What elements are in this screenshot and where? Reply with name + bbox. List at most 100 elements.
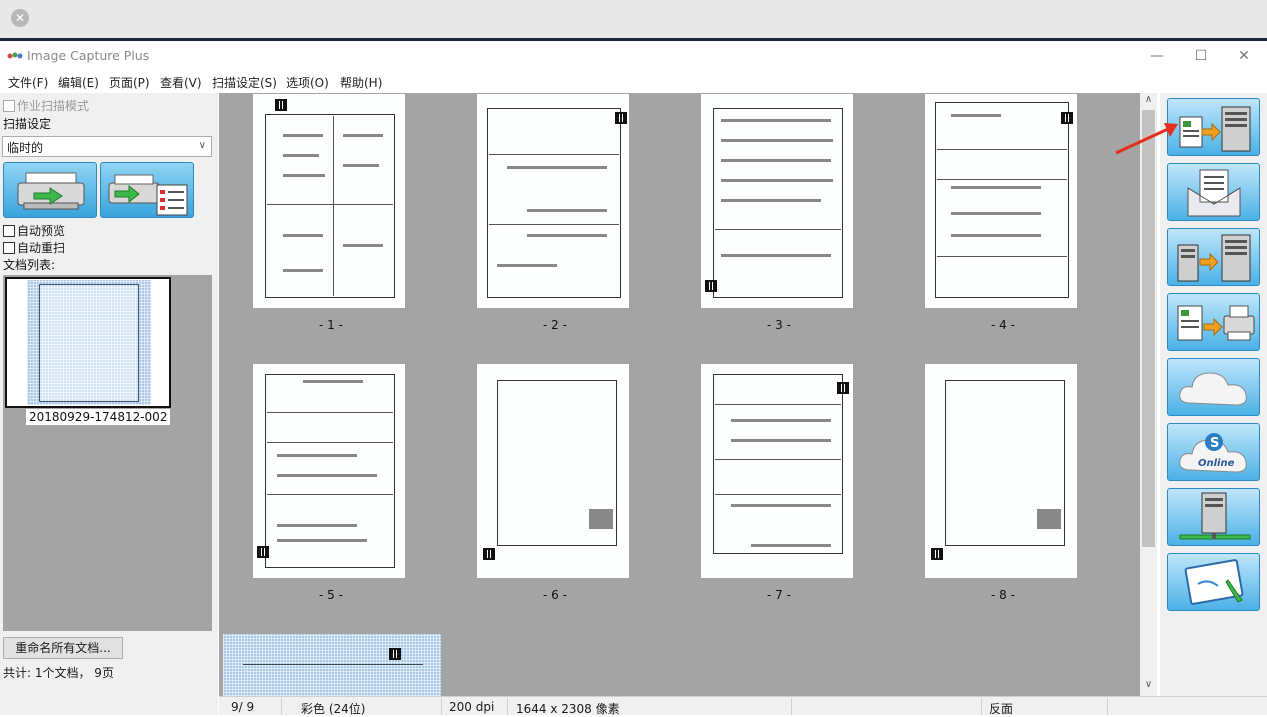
menu-view[interactable]: 查看(V) <box>160 74 202 91</box>
status-page-index: 9/ 9 <box>231 700 255 714</box>
page-thumbnail-6[interactable] <box>477 364 629 578</box>
transfer-to-server-icon <box>1177 234 1251 282</box>
handwriting <box>283 269 323 272</box>
checkbox-box[interactable] <box>3 100 15 112</box>
menu-options[interactable]: 选项(O) <box>286 74 329 91</box>
profile-select-value: 临时的 <box>7 141 44 155</box>
page-label-1: - 1 - <box>319 318 343 332</box>
chevron-down-icon: ∨ <box>198 140 206 151</box>
qr-code-icon <box>389 648 401 660</box>
cloud-button[interactable] <box>1167 358 1260 416</box>
scan-settings-label: 扫描设定 <box>3 117 52 131</box>
close-button[interactable]: ✕ <box>1224 45 1264 67</box>
handwriting <box>751 544 831 547</box>
answer-grid <box>527 234 607 237</box>
job-scan-mode-checkbox[interactable]: 作业扫描模式 <box>3 97 89 114</box>
left-panel: 作业扫描模式 扫描设定 临时的 ∨ 自动预览 自动重扫 文档列表: 201809… <box>0 93 218 715</box>
job-scan-mode-label: 作业扫描模式 <box>17 99 90 113</box>
page-thumbnail-3[interactable] <box>701 94 853 308</box>
page-thumbnail-9[interactable] <box>223 634 441 696</box>
page-frame <box>713 374 843 554</box>
page-line <box>267 412 393 413</box>
page-line <box>267 204 393 205</box>
menu-page[interactable]: 页面(P) <box>109 74 150 91</box>
page-thumbnail-5[interactable] <box>253 364 405 578</box>
answer-grid <box>731 504 831 507</box>
page-line <box>715 459 841 460</box>
handwriting <box>721 159 831 162</box>
network-server-button[interactable] <box>1167 488 1260 546</box>
checkbox-box[interactable] <box>3 242 15 254</box>
handwriting <box>277 524 357 527</box>
scan-with-settings-button[interactable] <box>100 162 194 218</box>
edit-document-button[interactable] <box>1167 553 1260 611</box>
page-line <box>489 154 619 155</box>
document-name[interactable]: 20180929-174812-002 <box>26 409 171 425</box>
scroll-up-icon[interactable]: ∧ <box>1140 94 1157 110</box>
page-thumbnails-area[interactable]: - 1 - - 2 - - 3 - - 4 - - 5 - - 6 - - 7 … <box>219 93 1140 696</box>
checkbox-box[interactable] <box>3 225 15 237</box>
auto-preview-label: 自动预览 <box>17 224 66 238</box>
sharepoint-online-icon: S Online <box>1179 433 1247 473</box>
page-line <box>937 256 1067 257</box>
menu-file[interactable]: 文件(F) <box>8 74 48 91</box>
page-frame <box>935 102 1069 298</box>
status-dpi: 200 dpi <box>449 700 495 714</box>
handwriting <box>721 119 831 122</box>
status-separator <box>441 698 442 715</box>
vertical-scrollbar[interactable]: ∧ ∨ <box>1140 93 1157 696</box>
auto-rescan-label: 自动重扫 <box>17 241 66 255</box>
page-line <box>715 229 841 230</box>
scrollbar-thumb[interactable] <box>1142 110 1155 547</box>
svg-text:Online: Online <box>1198 458 1235 469</box>
handwriting <box>283 174 325 177</box>
handwriting <box>283 234 323 237</box>
outer-close-icon[interactable]: ✕ <box>11 9 29 27</box>
page-label-6: - 6 - <box>543 588 567 602</box>
answer-grid <box>1037 509 1061 529</box>
handwriting <box>303 380 363 383</box>
qr-code-icon <box>275 99 287 111</box>
document-thumbnail-image <box>27 280 151 405</box>
page-thumbnail-7[interactable] <box>701 364 853 578</box>
status-separator <box>281 698 282 715</box>
handwriting <box>721 179 833 182</box>
scan-to-email-button[interactable] <box>1167 163 1260 221</box>
handwriting <box>721 254 831 257</box>
transfer-to-server-button[interactable] <box>1167 228 1260 286</box>
page-line <box>243 664 423 665</box>
minimize-button[interactable]: — <box>1137 45 1177 67</box>
scan-button[interactable] <box>3 162 97 218</box>
page-label-4: - 4 - <box>991 318 1015 332</box>
document-list[interactable]: 20180929-174812-002 <box>3 275 212 631</box>
handwriting <box>731 419 831 422</box>
answer-grid <box>589 509 613 529</box>
page-label-8: - 8 - <box>991 588 1015 602</box>
scan-to-printer-button[interactable] <box>1167 293 1260 351</box>
menu-scan-settings[interactable]: 扫描设定(S) <box>212 74 277 91</box>
menu-edit[interactable]: 编辑(E) <box>58 74 99 91</box>
auto-rescan-checkbox[interactable]: 自动重扫 <box>3 239 65 256</box>
page-label-5: - 5 - <box>319 588 343 602</box>
handwriting <box>283 154 319 157</box>
page-thumbnail-8[interactable] <box>925 364 1077 578</box>
page-thumbnail-4[interactable] <box>925 94 1077 308</box>
status-separator <box>981 698 982 715</box>
app-logo-icon <box>7 52 23 59</box>
status-side: 反面 <box>989 702 1014 716</box>
sharepoint-online-button[interactable]: S Online <box>1167 423 1260 481</box>
profile-select[interactable]: 临时的 ∨ <box>2 136 212 157</box>
qr-code-icon <box>837 382 849 394</box>
status-color-mode: 彩色 (24位) <box>301 702 366 716</box>
menu-bar: 文件(F) 编辑(E) 页面(P) 查看(V) 扫描设定(S) 选项(O) 帮助… <box>0 71 1267 93</box>
rename-all-button[interactable]: 重命名所有文档... <box>3 637 123 659</box>
maximize-button[interactable]: ☐ <box>1181 45 1221 67</box>
page-line <box>937 179 1067 180</box>
page-thumbnail-2[interactable] <box>477 94 629 308</box>
auto-preview-checkbox[interactable]: 自动预览 <box>3 222 65 239</box>
page-thumbnail-1[interactable] <box>253 94 405 308</box>
document-thumbnail[interactable] <box>5 277 171 408</box>
menu-help[interactable]: 帮助(H) <box>340 74 382 91</box>
scroll-down-icon[interactable]: ∨ <box>1140 679 1157 695</box>
qr-code-icon <box>257 546 269 558</box>
